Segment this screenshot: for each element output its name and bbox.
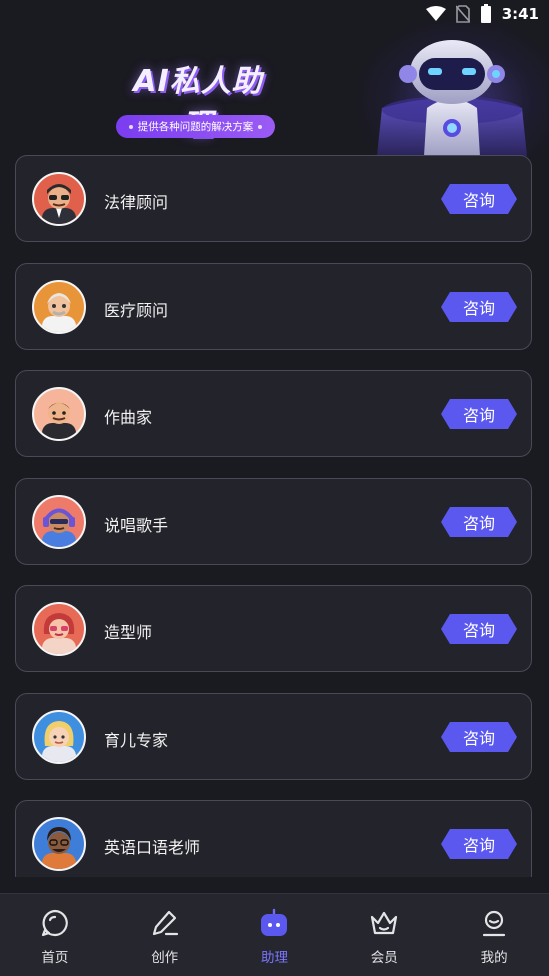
nav-item-member[interactable]: 会员	[329, 894, 439, 976]
home-chat-icon	[41, 909, 68, 937]
doctor-avatar	[32, 280, 86, 334]
consult-button[interactable]: 咨询	[441, 507, 517, 537]
assistant-card[interactable]: 说唱歌手 咨询	[15, 478, 532, 565]
assistant-name: 医疗顾问	[104, 303, 169, 320]
crown-icon	[371, 911, 398, 935]
assistant-robot-icon	[261, 908, 288, 936]
assistant-card[interactable]: 医疗顾问 咨询	[15, 263, 532, 350]
nav-item-assistant[interactable]: 助理	[220, 894, 330, 976]
consult-button[interactable]: 咨询	[441, 399, 517, 429]
assistant-card[interactable]: 法律顾问 咨询	[15, 155, 532, 242]
assistant-card[interactable]: 育儿专家 咨询	[15, 693, 532, 780]
english-teacher-avatar	[32, 817, 86, 871]
assistant-card[interactable]: 造型师 咨询	[15, 585, 532, 672]
nav-label: 创作	[151, 950, 179, 965]
consult-button[interactable]: 咨询	[441, 292, 517, 322]
assistant-card[interactable]: 英语口语老师 咨询	[15, 800, 532, 877]
nav-label: 首页	[41, 950, 69, 965]
parenting-avatar	[32, 710, 86, 764]
header-banner: AI私人助理 提供各种问题的解决方案	[0, 0, 549, 180]
lawyer-avatar	[32, 172, 86, 226]
consult-button[interactable]: 咨询	[441, 614, 517, 644]
nav-item-home[interactable]: 首页	[0, 894, 110, 976]
subtitle-pill: 提供各种问题的解决方案	[116, 115, 275, 138]
assistant-name: 作曲家	[104, 410, 153, 427]
pen-icon	[152, 910, 178, 936]
rapper-avatar	[32, 495, 86, 549]
assistant-name: 造型师	[104, 625, 153, 642]
subtitle-text: 提供各种问题的解决方案	[137, 121, 254, 133]
profile-icon	[482, 910, 506, 937]
app-screen: 3:41 AI私人助理 提供各种问题的解决方案	[0, 0, 549, 976]
consult-button[interactable]: 咨询	[441, 829, 517, 859]
nav-item-profile[interactable]: 我的	[439, 894, 549, 976]
assistant-list: 法律顾问 咨询 医疗顾问 咨询 作曲家 咨询 说唱歌手 咨询 造型师 咨询 育儿…	[15, 155, 534, 877]
consult-button[interactable]: 咨询	[441, 722, 517, 752]
nav-label: 助理	[260, 950, 288, 965]
nav-item-create[interactable]: 创作	[110, 894, 220, 976]
assistant-name: 法律顾问	[104, 195, 169, 212]
consult-button[interactable]: 咨询	[441, 184, 517, 214]
composer-avatar	[32, 387, 86, 441]
bottom-nav: 首页 创作 助理 会员 我的	[0, 893, 549, 976]
assistant-name: 说唱歌手	[104, 518, 169, 535]
assistant-name: 英语口语老师	[104, 840, 201, 857]
nav-label: 会员	[370, 950, 398, 965]
stylist-avatar	[32, 602, 86, 656]
nav-label: 我的	[480, 950, 508, 965]
assistant-name: 育儿专家	[104, 733, 169, 750]
assistant-card[interactable]: 作曲家 咨询	[15, 370, 532, 457]
robot-mascot-illustration	[377, 40, 527, 156]
